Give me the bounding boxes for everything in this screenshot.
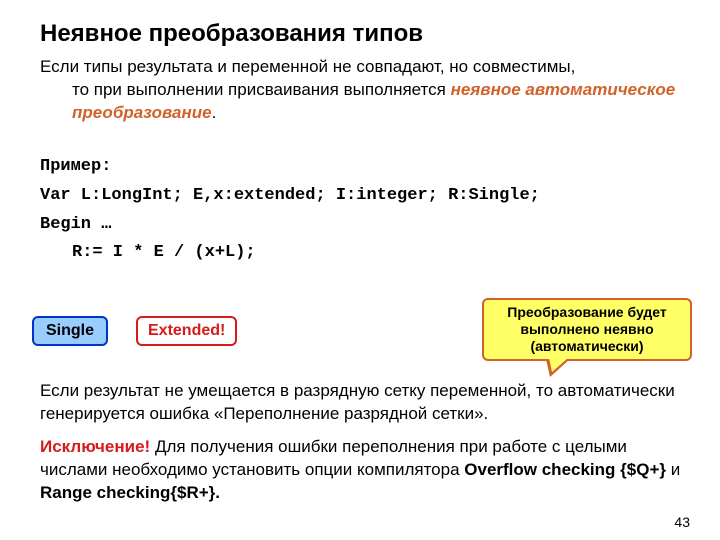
option-overflow: Overflow checking {$Q+}	[464, 460, 666, 479]
yellow-l2: выполнено неявно	[494, 321, 680, 338]
callout-extended: Extended!	[136, 316, 237, 346]
code-l4: R:= I * E / (x+L);	[40, 239, 692, 268]
page-number: 43	[674, 514, 690, 530]
yellow-l1: Преобразование будет	[494, 304, 680, 321]
code-l2: Var L:LongInt; E,x:extended; I:integer; …	[40, 182, 692, 211]
code-example: Пример: Var L:LongInt; E,x:extended; I:i…	[40, 153, 692, 269]
slide-title: Неявное преобразования типов	[40, 20, 692, 48]
code-l3: Begin …	[40, 211, 692, 240]
overflow-paragraph: Если результат не умещается в разрядную …	[40, 380, 692, 426]
exception-paragraph: Исключение! Для получения ошибки перепол…	[40, 436, 692, 505]
intro-line2-post: .	[212, 103, 217, 122]
callout-conversion-note: Преобразование будет выполнено неявно (а…	[482, 298, 692, 360]
option-range: Range checking{$R+}.	[40, 483, 220, 502]
intro-line2-pre: то при выполнении присваивания выполняет…	[72, 80, 451, 99]
exception-mid: и	[666, 460, 680, 479]
code-l1: Пример:	[40, 153, 692, 182]
callouts-row: Single Extended! Преобразование будет вы…	[40, 298, 692, 370]
intro-line1: Если типы результата и переменной не сов…	[40, 57, 575, 76]
intro-paragraph: Если типы результата и переменной не сов…	[40, 56, 692, 125]
exception-label: Исключение!	[40, 437, 150, 456]
yellow-l3: (автоматически)	[494, 338, 680, 355]
callout-single: Single	[32, 316, 108, 346]
